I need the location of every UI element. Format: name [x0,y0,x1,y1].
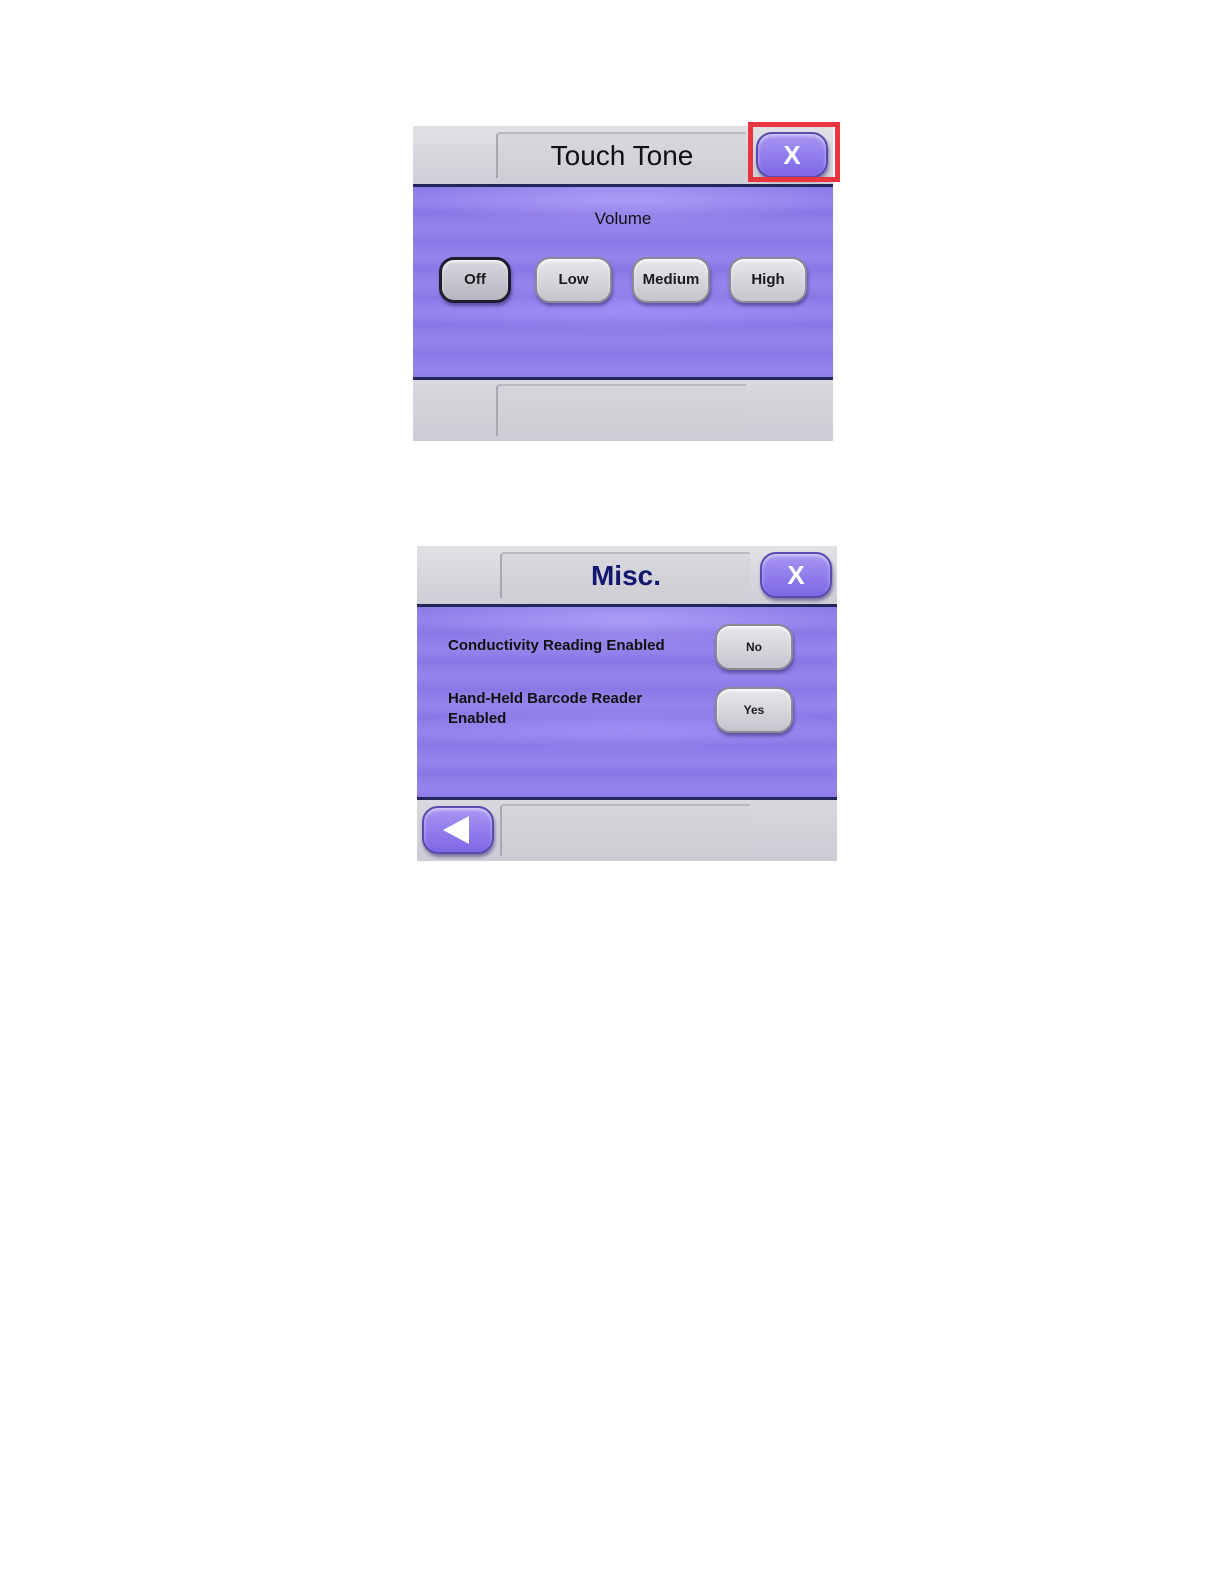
volume-off-button[interactable]: Off [439,257,511,303]
misc-screen: Misc. X Conductivity Reading Enabled No … [417,546,837,861]
screen-header: Touch Tone X [413,126,833,184]
conductivity-reading-label: Conductivity Reading Enabled [448,637,665,654]
barcode-reader-label: Hand-Held Barcode Reader Enabled [448,690,643,727]
screen-body: Conductivity Reading Enabled No Hand-Hel… [417,604,837,800]
barcode-reader-toggle[interactable]: Yes [715,687,793,733]
volume-label: Volume [594,209,652,228]
screen-title: Touch Tone [496,132,746,178]
screen-footer [417,800,837,861]
status-field [500,804,750,856]
screen-header: Misc. X [417,546,837,604]
close-button[interactable]: X [760,552,832,598]
screen-body: Volume Off Low Medium High [413,184,833,380]
screen-footer [413,380,833,441]
close-button[interactable]: X [756,132,828,178]
volume-medium-button[interactable]: Medium [632,257,710,303]
volume-low-button[interactable]: Low [535,257,612,303]
touch-tone-screen: Touch Tone X Volume Off Low Medium High [413,126,833,441]
back-arrow-icon [443,816,469,844]
conductivity-reading-toggle[interactable]: No [715,624,793,670]
volume-high-button[interactable]: High [729,257,807,303]
screen-title: Misc. [500,552,750,598]
back-button[interactable] [422,806,494,854]
status-field [496,384,746,436]
